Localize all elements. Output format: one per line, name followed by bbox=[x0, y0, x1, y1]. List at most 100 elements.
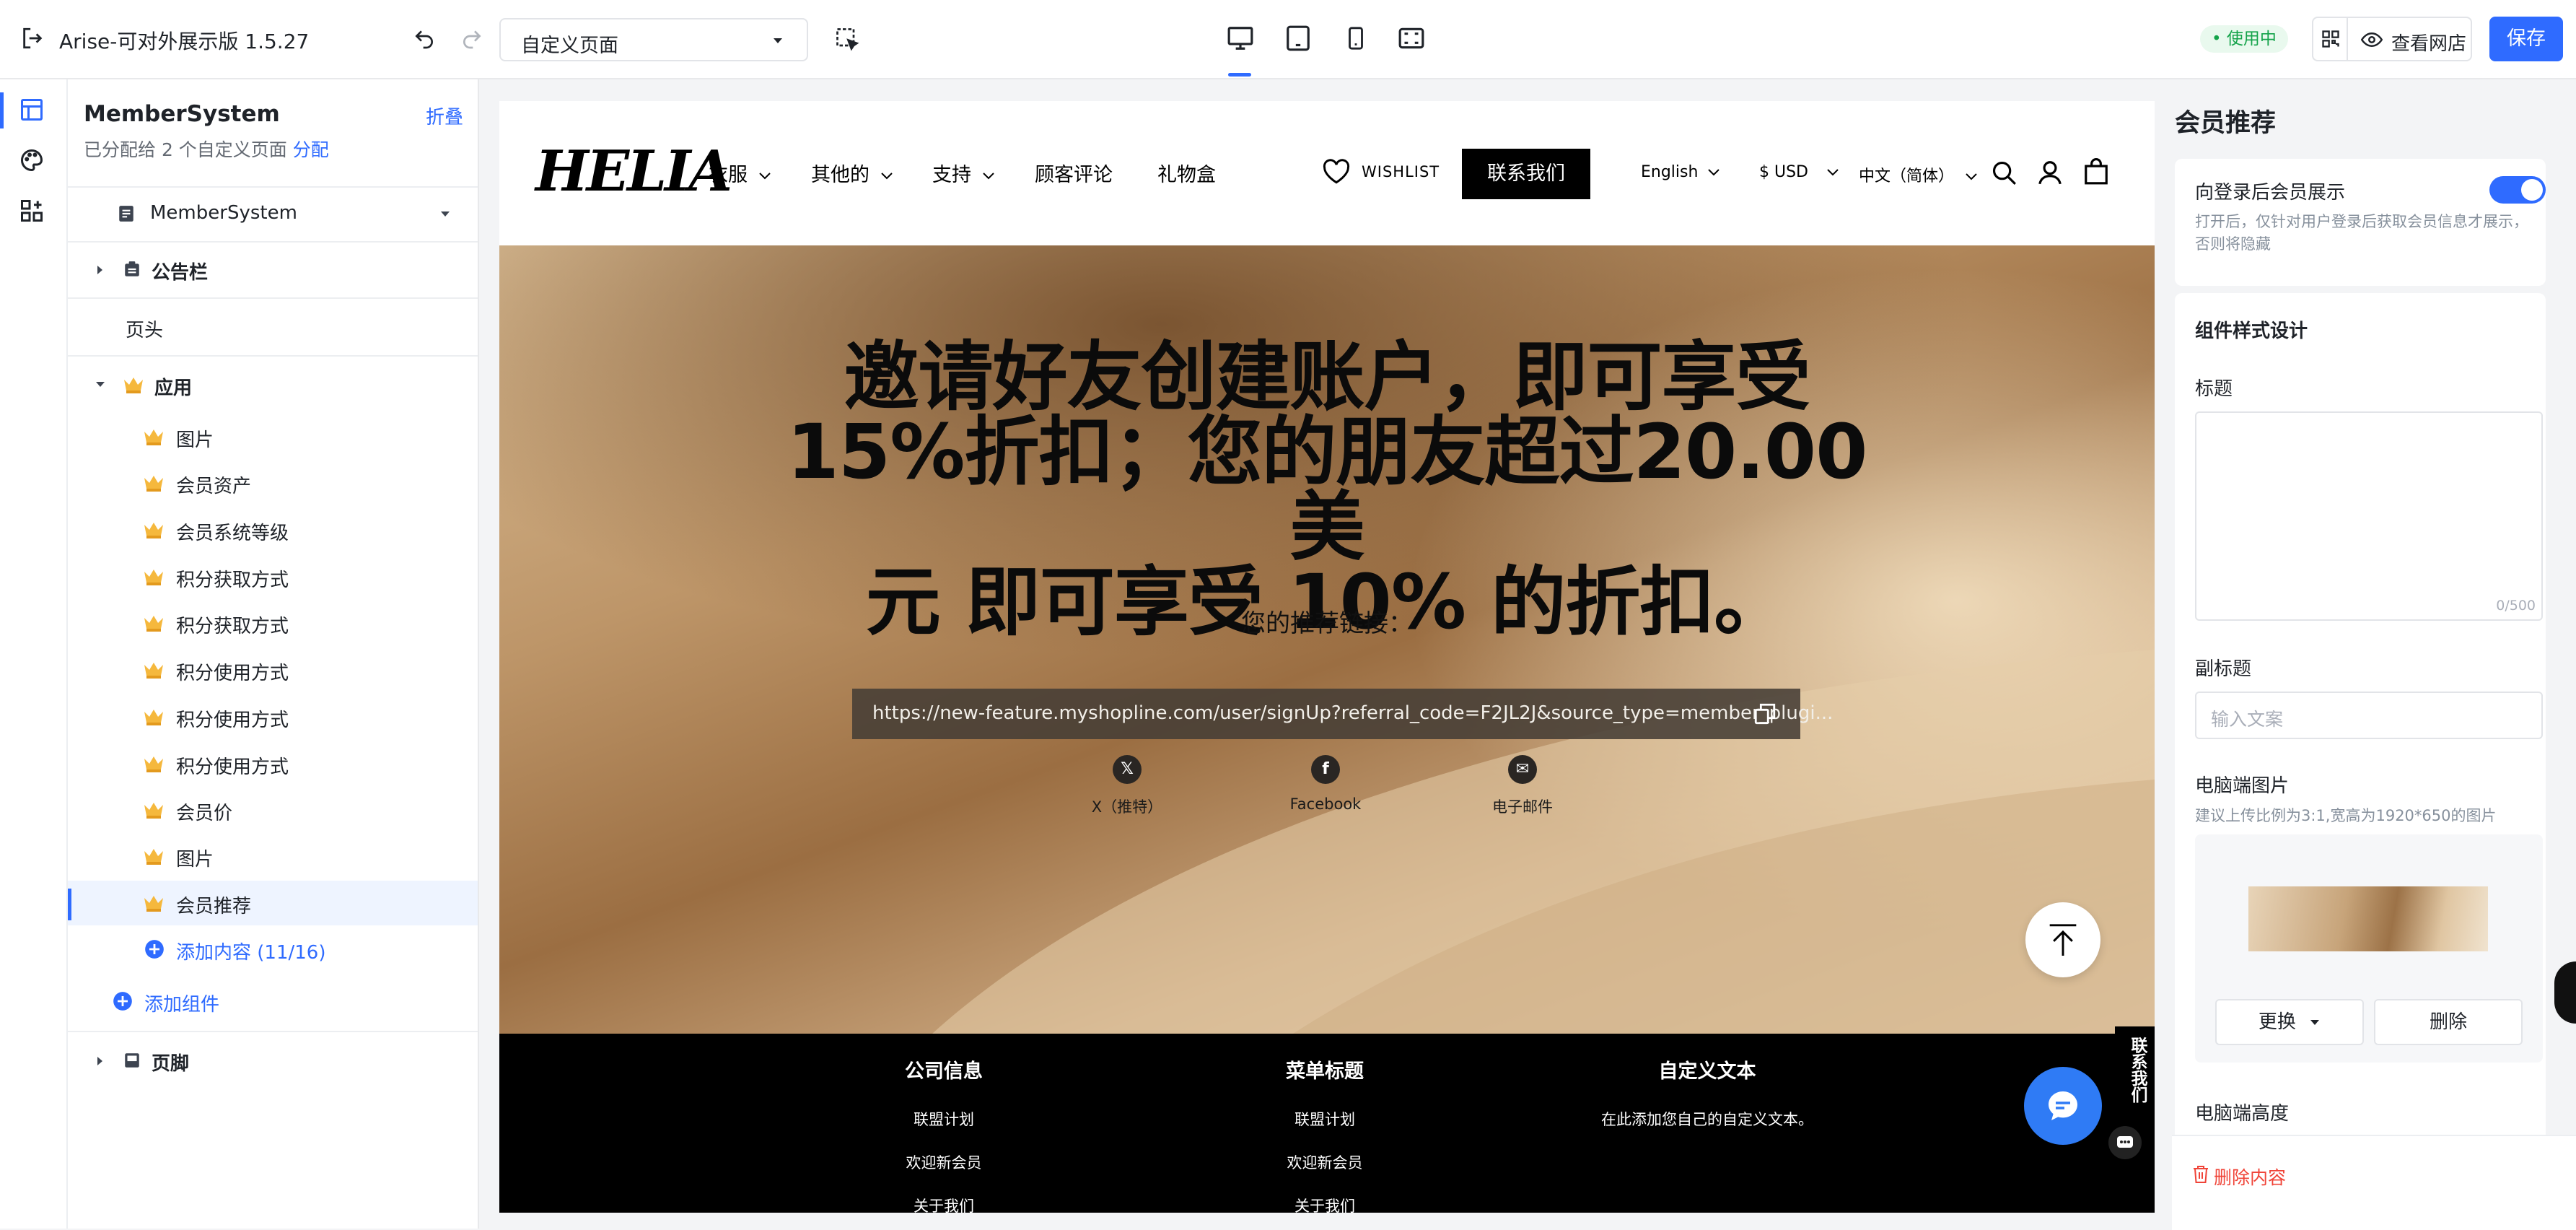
add-content-button[interactable]: 添加内容 (11/16) bbox=[68, 927, 478, 972]
wishlist-link[interactable]: WISHLIST bbox=[1362, 163, 1440, 180]
palette-icon[interactable] bbox=[19, 147, 45, 173]
tree-item-app[interactable]: 会员价 bbox=[68, 788, 478, 832]
footer-column: 自定义文本 在此添加您自己的自定义文本。 bbox=[1592, 1055, 1823, 1151]
hero-title-line: 15%折扣；您的朋友超过20.00美 bbox=[787, 408, 1868, 571]
redo-icon[interactable] bbox=[460, 27, 483, 51]
nav-item-support[interactable]: 支持 bbox=[932, 159, 995, 187]
add-component-button[interactable]: 添加组件 bbox=[68, 979, 478, 1024]
tree-root[interactable]: MemberSystem bbox=[68, 191, 478, 236]
tree-item-app[interactable]: 图片 bbox=[68, 834, 478, 878]
component-tree: MemberSystem 折叠 已分配给 2 个自定义页面 分配 MemberS… bbox=[68, 79, 479, 1229]
tree-item-footer[interactable]: 页脚 bbox=[68, 1038, 478, 1083]
chevron-down-icon bbox=[1707, 168, 1720, 177]
toggle-hint: 打开后，仅针对用户登录后获取会员信息才展示，否则将隐藏 bbox=[2195, 213, 2528, 253]
eye-icon bbox=[2361, 31, 2383, 48]
delete-image-button[interactable]: 删除 bbox=[2374, 999, 2523, 1045]
footer-link[interactable]: 关于我们 bbox=[1209, 1195, 1440, 1213]
hero-title: 邀请好友创建账户，即可享受 15%折扣；您的朋友超过20.00美 元 即可享受 … bbox=[759, 339, 1895, 640]
crown-icon bbox=[143, 474, 165, 492]
store-logo[interactable]: HELIA bbox=[535, 139, 732, 204]
footer-link[interactable]: 欢迎新会员 bbox=[1209, 1151, 1440, 1195]
tree-item-label: 应用 bbox=[154, 378, 193, 399]
tree-item-app-group[interactable]: 应用 bbox=[68, 362, 478, 407]
desktop-view-icon[interactable] bbox=[1227, 25, 1254, 52]
crown-icon bbox=[123, 375, 144, 394]
arrow-up-icon bbox=[2047, 922, 2079, 957]
account-icon[interactable] bbox=[2036, 159, 2064, 186]
section-title: 组件样式设计 bbox=[2195, 320, 2308, 342]
tree-item-member-referral[interactable]: 会员推荐 bbox=[68, 881, 478, 925]
tablet-view-icon[interactable] bbox=[1284, 25, 1312, 52]
nav-item-clothing[interactable]: 衣服 bbox=[709, 159, 771, 187]
crown-icon bbox=[143, 520, 165, 539]
tree-item-app[interactable]: 积分使用方式 bbox=[68, 694, 478, 739]
currency-select[interactable]: $ USD bbox=[1759, 163, 1839, 181]
select-area-icon[interactable] bbox=[834, 26, 860, 52]
tree-item-app[interactable]: 会员资产 bbox=[68, 461, 478, 505]
fold-link[interactable]: 折叠 bbox=[426, 102, 463, 129]
mobile-view-icon[interactable] bbox=[1344, 25, 1368, 52]
nav-item-gift-box[interactable]: 礼物盒 bbox=[1157, 159, 1216, 187]
search-icon[interactable] bbox=[1990, 159, 2018, 186]
layout-icon[interactable] bbox=[19, 97, 45, 123]
copy-icon[interactable] bbox=[1753, 702, 1777, 726]
assign-link[interactable]: 分配 bbox=[293, 139, 329, 160]
undo-icon[interactable] bbox=[413, 27, 436, 51]
footer-link[interactable]: 欢迎新会员 bbox=[828, 1151, 1059, 1195]
replace-image-button[interactable]: 更换 bbox=[2215, 999, 2364, 1045]
tree-item-app[interactable]: 积分使用方式 bbox=[68, 647, 478, 692]
locale-select[interactable]: 中文（简体） bbox=[1859, 163, 1978, 186]
back-to-top-button[interactable] bbox=[2025, 902, 2100, 977]
crown-icon bbox=[143, 801, 165, 819]
exit-icon[interactable] bbox=[20, 26, 45, 51]
member-only-toggle[interactable] bbox=[2489, 176, 2546, 204]
visibility-card: 向登录后会员展示 打开后，仅针对用户登录后获取会员信息才展示，否则将隐藏 bbox=[2175, 159, 2546, 286]
divider bbox=[68, 1031, 478, 1032]
tree-item-announcement[interactable]: 公告栏 bbox=[68, 247, 478, 292]
title-textarea[interactable]: 0/500 bbox=[2195, 411, 2543, 621]
caret-down-icon bbox=[440, 211, 450, 218]
replace-label: 更换 bbox=[2258, 1011, 2296, 1033]
footer-link[interactable]: 关于我们 bbox=[828, 1195, 1059, 1213]
floating-edge-button[interactable] bbox=[2554, 961, 2576, 1024]
fullscreen-icon[interactable] bbox=[1397, 25, 1426, 52]
tree-item-app[interactable]: 会员系统等级 bbox=[68, 507, 478, 552]
footer-link[interactable]: 联盟计划 bbox=[1209, 1108, 1440, 1151]
footer-icon bbox=[123, 1051, 141, 1070]
qr-code-icon bbox=[2321, 29, 2341, 49]
share-x[interactable]: 𝕏 X（推特） bbox=[1055, 755, 1199, 817]
save-button[interactable]: 保存 bbox=[2489, 17, 2563, 61]
facebook-icon: f bbox=[1311, 755, 1340, 784]
assigned-info: 已分配给 2 个自定义页面 分配 bbox=[84, 136, 329, 162]
cart-icon[interactable] bbox=[2082, 157, 2110, 186]
title-field-label: 标题 bbox=[2195, 378, 2233, 400]
page-select[interactable]: 自定义页面 bbox=[499, 18, 808, 61]
chat-button[interactable] bbox=[2024, 1067, 2102, 1145]
share-facebook[interactable]: f Facebook bbox=[1253, 755, 1398, 813]
heart-icon[interactable] bbox=[1322, 159, 1351, 185]
status-badge: • 使用中 bbox=[2200, 25, 2288, 53]
nav-item-reviews[interactable]: 顾客评论 bbox=[1035, 159, 1113, 187]
tree-item-app[interactable]: 积分获取方式 bbox=[68, 554, 478, 599]
contact-us-button[interactable]: 联系我们 bbox=[1462, 149, 1590, 199]
nav-item-others[interactable]: 其他的 bbox=[811, 159, 893, 187]
language-select[interactable]: English bbox=[1641, 163, 1720, 181]
tree-item-app[interactable]: 图片 bbox=[68, 414, 478, 459]
plus-circle-icon bbox=[113, 991, 133, 1011]
tree-item-app[interactable]: 积分使用方式 bbox=[68, 741, 478, 786]
subtitle-input[interactable]: 输入文案 bbox=[2195, 692, 2543, 739]
share-icon-glyph: ✉ bbox=[1515, 760, 1530, 778]
referral-link-box[interactable]: https://new-feature.myshopline.com/user/… bbox=[852, 689, 1833, 739]
share-email[interactable]: ✉ 电子邮件 bbox=[1450, 755, 1595, 817]
qr-code-button[interactable] bbox=[2312, 17, 2348, 61]
crown-icon bbox=[143, 754, 165, 773]
share-icon-glyph: 𝕏 bbox=[1121, 760, 1134, 778]
delete-content-button[interactable]: 删除内容 bbox=[2214, 1164, 2286, 1190]
view-store-button[interactable]: 查看网店 bbox=[2348, 17, 2472, 61]
tree-item-app[interactable]: 积分获取方式 bbox=[68, 601, 478, 645]
footer-link[interactable]: 联盟计划 bbox=[828, 1108, 1059, 1151]
apps-icon[interactable] bbox=[19, 198, 45, 224]
tree-item-header[interactable]: 页头 bbox=[68, 305, 478, 349]
add-content-label: 添加内容 (11/16) bbox=[176, 942, 326, 964]
chat-mini-icon[interactable] bbox=[2108, 1126, 2142, 1159]
